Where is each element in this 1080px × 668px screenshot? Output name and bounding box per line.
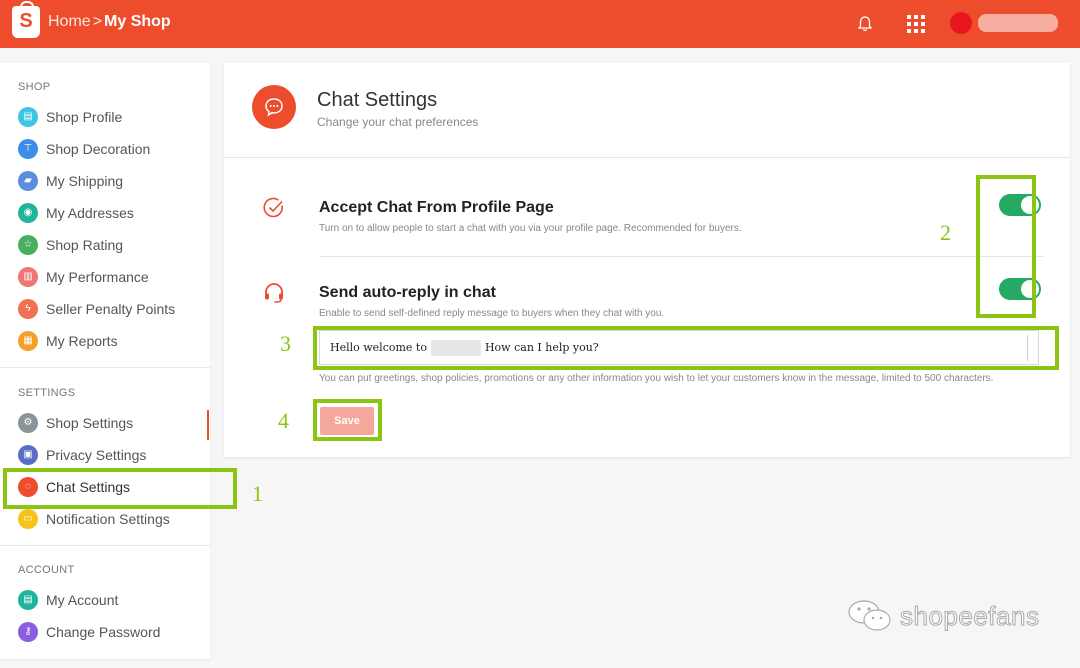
avatar[interactable]: [950, 12, 972, 34]
chart-icon: ▥: [18, 267, 38, 287]
sidebar-item-shop-decoration[interactable]: ⊤ Shop Decoration: [0, 136, 210, 162]
sidebar-divider: [0, 367, 210, 368]
watermark-text: shopeefans: [899, 600, 1040, 631]
gear-icon: ⚙: [18, 413, 38, 433]
sidebar-item-label: Shop Settings: [46, 415, 134, 431]
active-indicator: [207, 410, 209, 440]
profile-icon: ▤: [18, 107, 38, 127]
sidebar-item-change-password[interactable]: ⚷ Change Password: [0, 619, 210, 645]
sidebar-item-my-performance[interactable]: ▥ My Performance: [0, 264, 210, 290]
check-circle-icon: [263, 197, 284, 218]
section-title-shop: SHOP: [18, 81, 51, 93]
location-pin-icon: ◉: [18, 203, 38, 223]
sidebar-item-label: Notification Settings: [46, 511, 170, 527]
auto-reply-hint: You can put greetings, shop policies, pr…: [319, 373, 994, 384]
annotation-box-message: [313, 326, 1059, 370]
accept-chat-title: Accept Chat From Profile Page: [319, 199, 554, 216]
sidebar-item-my-addresses[interactable]: ◉ My Addresses: [0, 200, 210, 226]
shopee-logo-icon[interactable]: S: [12, 1, 40, 38]
headset-icon: [265, 283, 283, 303]
breadcrumb-current: My Shop: [104, 13, 171, 30]
chat-settings-card: Chat Settings Change your chat preferenc…: [224, 63, 1070, 457]
truck-icon: ▰: [18, 171, 38, 191]
star-icon: ☆: [18, 235, 38, 255]
annotation-box-chat-settings: [3, 468, 237, 509]
row-divider: [319, 256, 1044, 257]
section-title-account: ACCOUNT: [18, 564, 75, 576]
page-title: Chat Settings: [317, 89, 438, 111]
sidebar: SHOP ▤ Shop Profile ⊤ Shop Decoration ▰ …: [0, 63, 210, 659]
sidebar-item-label: Seller Penalty Points: [46, 301, 176, 317]
section-title-settings: SETTINGS: [18, 387, 76, 399]
annotation-number-3: 3: [280, 331, 291, 356]
sidebar-item-label: My Performance: [46, 269, 149, 285]
sidebar-item-shop-rating[interactable]: ☆ Shop Rating: [0, 232, 210, 258]
report-icon: ▦: [18, 331, 38, 351]
sidebar-item-privacy-settings[interactable]: ▣ Privacy Settings: [0, 442, 210, 468]
sidebar-item-label: My Reports: [46, 333, 118, 349]
annotation-box-toggles: [976, 175, 1036, 318]
sidebar-item-my-reports[interactable]: ▦ My Reports: [0, 328, 210, 354]
sidebar-item-label: My Account: [46, 592, 119, 608]
sidebar-item-my-account[interactable]: ▤ My Account: [0, 587, 210, 613]
lightning-icon: ϟ: [18, 299, 38, 319]
breadcrumb-separator: >: [92, 13, 103, 30]
sidebar-item-label: Shop Decoration: [46, 141, 151, 157]
sidebar-item-my-shipping[interactable]: ▰ My Shipping: [0, 168, 210, 194]
breadcrumb-home-link[interactable]: Home: [48, 13, 91, 31]
bell-icon[interactable]: [856, 15, 874, 33]
sidebar-divider: [0, 545, 210, 546]
sidebar-item-label: My Addresses: [46, 205, 134, 221]
paint-brush-icon: ⊤: [18, 139, 38, 159]
username-redacted[interactable]: [978, 14, 1058, 32]
sidebar-item-label: Shop Rating: [46, 237, 124, 253]
breadcrumb: Home > My Shop: [48, 13, 171, 31]
annotation-number-2: 2: [940, 220, 951, 245]
key-icon: ⚷: [18, 622, 38, 642]
watermark: shopeefans: [846, 598, 1039, 634]
sidebar-item-label: My Shipping: [46, 173, 124, 189]
sidebar-item-seller-penalty-points[interactable]: ϟ Seller Penalty Points: [0, 296, 210, 322]
apps-grid-icon[interactable]: [907, 15, 925, 33]
notification-icon: ▭: [18, 509, 38, 529]
sidebar-item-notification-settings[interactable]: ▭ Notification Settings: [0, 506, 210, 532]
lock-icon: ▣: [18, 445, 38, 465]
sidebar-item-label: Shop Profile: [46, 109, 123, 125]
auto-reply-title: Send auto-reply in chat: [319, 284, 496, 301]
annotation-number-4: 4: [278, 408, 289, 433]
top-bar: S Home > My Shop: [0, 0, 1080, 48]
auto-reply-description: Enable to send self-defined reply messag…: [319, 308, 665, 319]
logo-letter: S: [19, 10, 33, 32]
chat-bubble-icon: [252, 85, 296, 129]
header-divider: [224, 157, 1070, 158]
accept-chat-description: Turn on to allow people to start a chat …: [319, 223, 742, 234]
id-card-icon: ▤: [18, 590, 38, 610]
page-subtitle: Change your chat preferences: [317, 115, 479, 129]
wechat-logo-icon: [848, 600, 891, 631]
annotation-number-1: 1: [252, 481, 263, 506]
sidebar-item-label: Privacy Settings: [46, 447, 147, 463]
sidebar-item-label: Change Password: [46, 624, 161, 640]
annotation-box-save: [313, 399, 382, 441]
sidebar-item-shop-settings[interactable]: ⚙ Shop Settings: [0, 410, 210, 436]
sidebar-item-shop-profile[interactable]: ▤ Shop Profile: [0, 104, 210, 130]
